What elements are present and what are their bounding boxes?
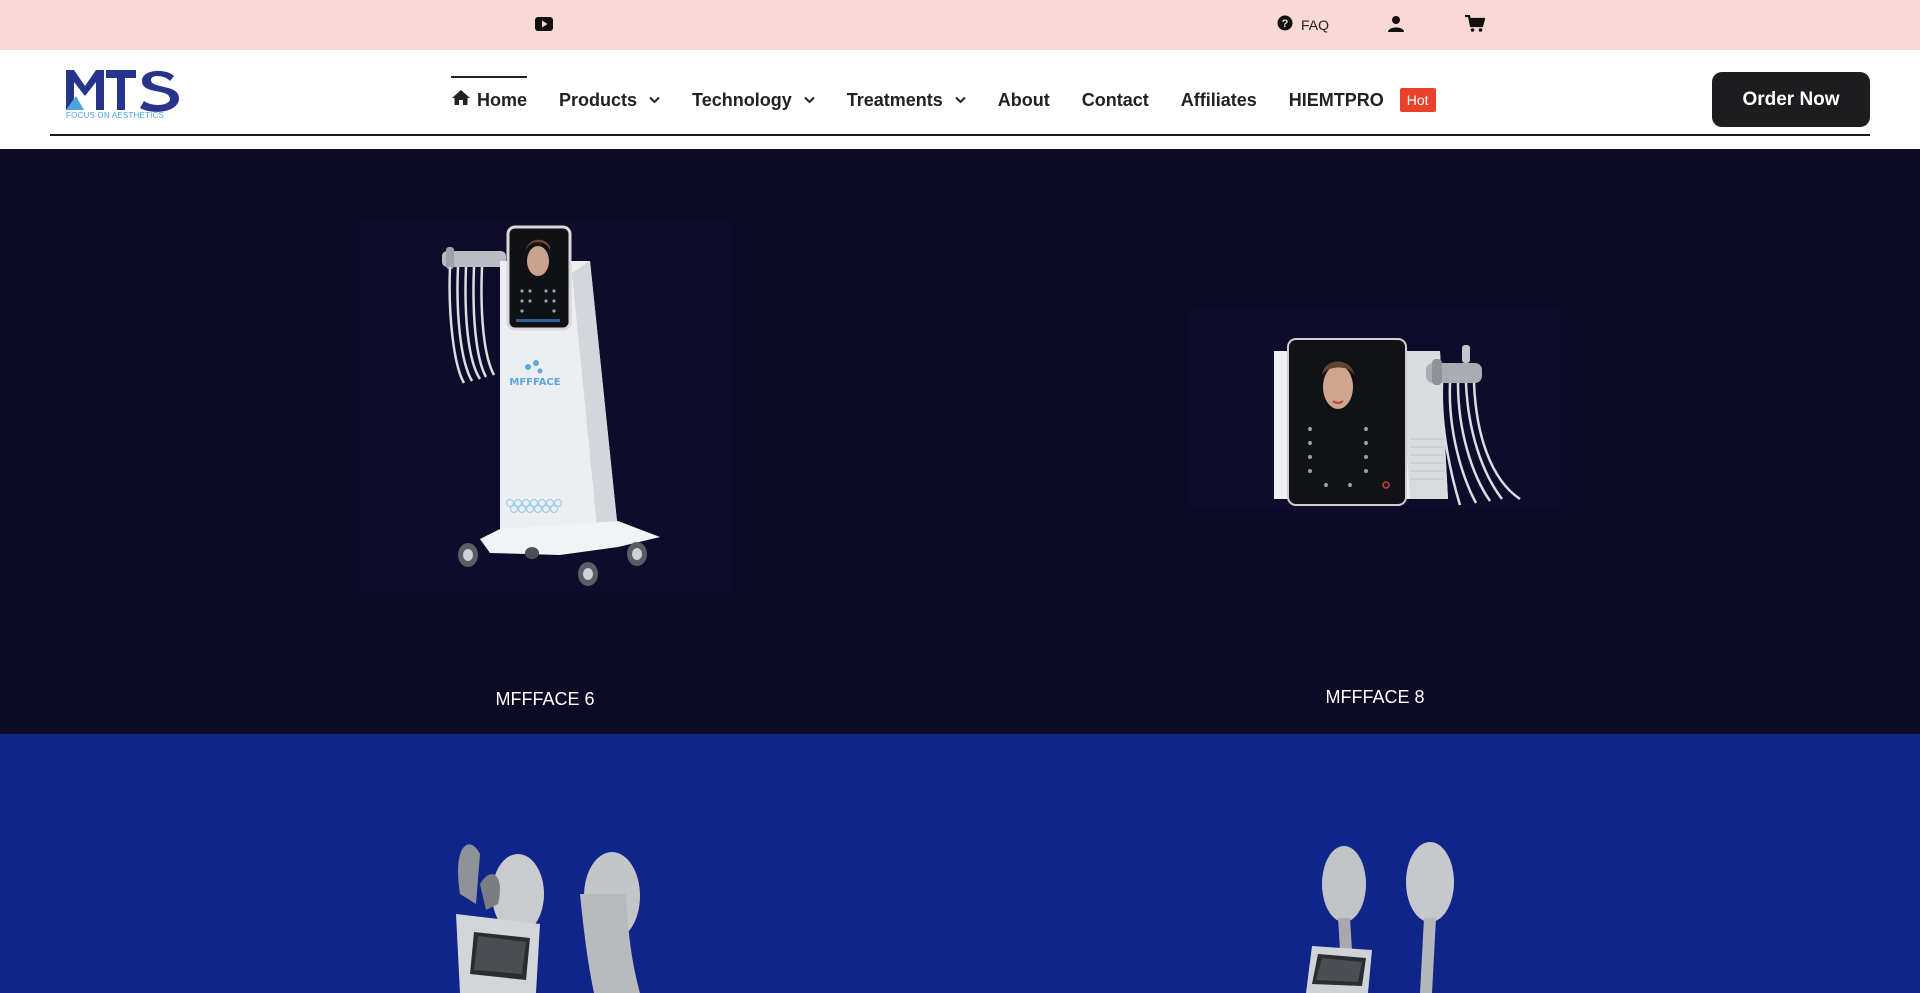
product-card-mffface-8[interactable]: MFFFACE 8 <box>1190 309 1560 707</box>
product-image-device-right[interactable] <box>1306 842 1454 993</box>
nav-hiemtpro-label: HIEMTPRO <box>1288 89 1384 110</box>
nav-products-label: Products <box>559 89 638 110</box>
chevron-down-icon <box>803 96 815 104</box>
nav-affiliates-label: Affiliates <box>1180 89 1257 110</box>
faq-label: FAQ <box>1301 16 1330 33</box>
product-name[interactable]: MFFFACE 8 <box>1190 687 1560 708</box>
chevron-down-icon <box>955 96 966 104</box>
nav-about-label: About <box>997 89 1050 110</box>
svg-text:?: ? <box>1282 18 1289 30</box>
product-image-device-left[interactable] <box>456 844 640 993</box>
nav-about[interactable]: About <box>998 76 1050 124</box>
home-icon <box>451 89 471 111</box>
order-now-button[interactable]: Order Now <box>1712 72 1870 127</box>
nav-home[interactable]: Home <box>451 76 528 124</box>
user-icon[interactable] <box>1387 15 1405 38</box>
nav-treatments-label: Treatments <box>846 89 943 110</box>
nav-products[interactable]: Products <box>559 76 660 124</box>
nav-contact-label: Contact <box>1081 89 1149 110</box>
chevron-down-icon <box>649 96 660 104</box>
product-name[interactable]: MFFFACE 6 <box>360 689 730 710</box>
logo-mark <box>66 70 179 112</box>
nav-hiemtpro[interactable]: HIEMTPRO Hot <box>1289 76 1436 124</box>
product-images-row <box>456 842 1454 993</box>
question-circle-icon: ? <box>1277 15 1293 34</box>
nav-technology-label: Technology <box>692 89 792 110</box>
cart-icon[interactable] <box>1465 14 1486 38</box>
product-card-mffface-6[interactable]: MFFFACE MFFFACE 6 <box>360 221 730 709</box>
nav-affiliates[interactable]: Affiliates <box>1181 76 1257 124</box>
youtube-icon[interactable] <box>534 16 554 37</box>
nav-treatments[interactable]: Treatments <box>847 76 966 124</box>
main-nav: Home Products Technology Treatments Abou… <box>451 76 1468 124</box>
mts-logo[interactable]: FOCUS ON AESTHETICS <box>66 68 180 124</box>
product-image-mffface-8[interactable] <box>1190 309 1560 509</box>
faq-link[interactable]: ? FAQ <box>1277 15 1329 34</box>
product-section-blue <box>0 734 1920 993</box>
nav-contact[interactable]: Contact <box>1082 76 1149 124</box>
site-header: FOCUS ON AESTHETICS Home Products Techno… <box>0 50 1920 149</box>
header-divider <box>50 134 1870 136</box>
logo-tagline: FOCUS ON AESTHETICS <box>66 111 165 120</box>
svg-text:MFFFACE: MFFFACE <box>509 377 560 388</box>
nav-technology[interactable]: Technology <box>692 76 815 124</box>
top-bar: ? FAQ <box>0 0 1920 50</box>
product-image-mffface-6[interactable]: MFFFACE <box>360 221 730 601</box>
hot-badge: Hot <box>1399 88 1436 112</box>
nav-home-label: Home <box>477 89 528 110</box>
product-section-dark: MFFFACE MFFFACE 6 MFFFACE 8 <box>0 149 1920 734</box>
